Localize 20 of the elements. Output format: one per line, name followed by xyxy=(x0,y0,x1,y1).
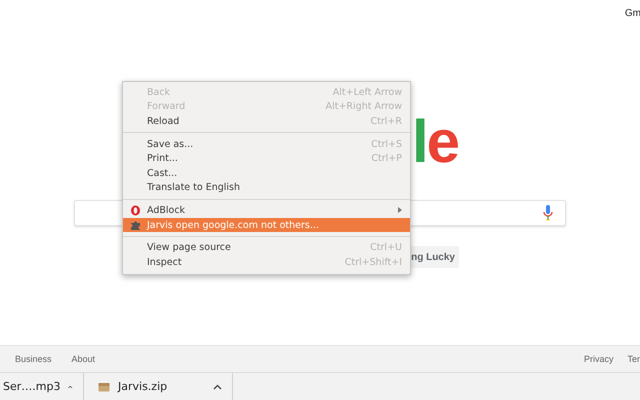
download-name[interactable]: Ser….mp3 xyxy=(3,380,60,393)
menu-item[interactable]: Print... Ctrl+P xyxy=(123,151,410,166)
package-icon xyxy=(98,382,110,392)
menu-item[interactable]: Cast... xyxy=(123,166,410,181)
footer-link[interactable]: Ter xyxy=(627,354,640,364)
microphone-icon[interactable] xyxy=(543,205,553,221)
caret-up-icon[interactable] xyxy=(213,384,222,390)
gmail-link[interactable]: Gm xyxy=(624,8,640,18)
footer-link[interactable]: Business xyxy=(15,354,52,364)
footer-link[interactable]: About xyxy=(72,354,96,364)
puzzle-icon xyxy=(130,220,141,231)
download-name[interactable]: Jarvis.zip xyxy=(118,380,205,393)
footer-link[interactable]: Privacy xyxy=(584,354,614,364)
menu-item[interactable]: Save as... Ctrl+S xyxy=(123,136,410,152)
caret-up-icon[interactable] xyxy=(68,384,73,390)
menu-item[interactable]: AdBlock xyxy=(123,203,410,218)
menu-item[interactable]: Translate to English xyxy=(123,180,410,196)
menu-item[interactable]: Reload Ctrl+R xyxy=(123,114,410,129)
logo: le xyxy=(412,114,458,170)
stop-sign-icon xyxy=(130,205,141,216)
